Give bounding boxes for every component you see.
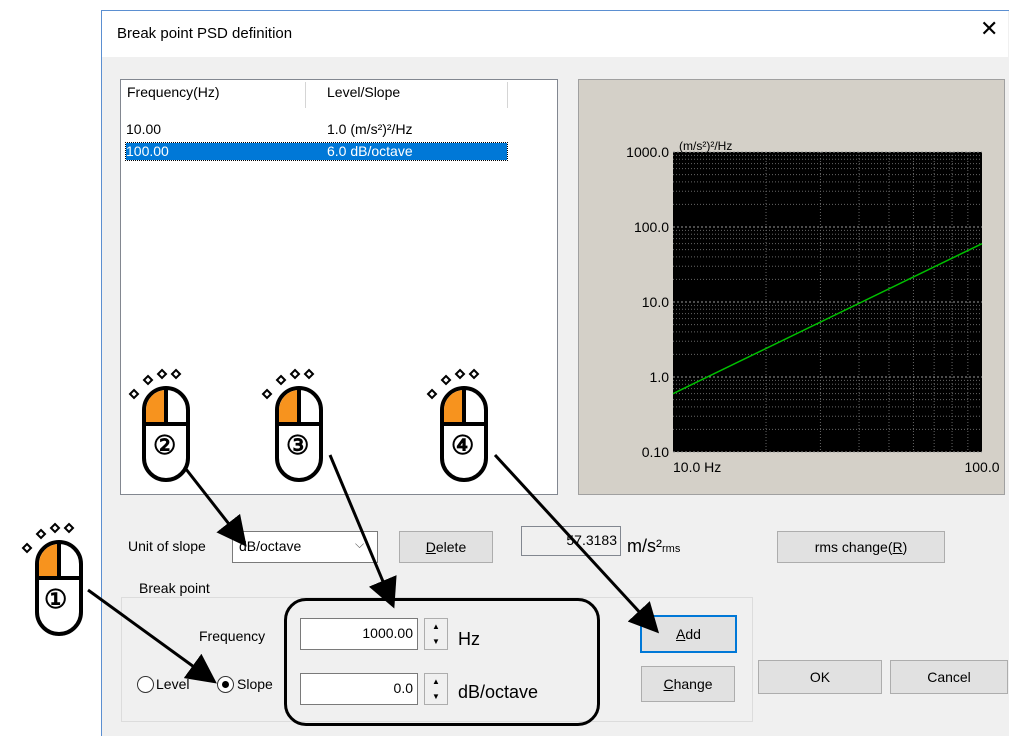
sparkle-icon (170, 368, 182, 380)
arrow-step-3 (328, 454, 397, 609)
step-number-1: ① (44, 584, 68, 614)
sparkle-icon (261, 388, 273, 400)
sparkle-icon (468, 368, 480, 380)
mouse-step-1 (21, 522, 83, 636)
sparkle-icon (142, 374, 154, 386)
sparkle-icon (454, 368, 466, 380)
sparkle-icon (128, 388, 140, 400)
step-number-2: ② (153, 430, 177, 460)
arrow-step-1 (87, 588, 217, 684)
sparkle-icon (426, 388, 438, 400)
sparkle-icon (35, 528, 47, 540)
mouse-icon: ② (122, 366, 202, 489)
sparkle-icon (275, 374, 287, 386)
sparkle-icon (49, 522, 61, 534)
mouse-icon: ④ (420, 366, 500, 489)
mouse-step-4 (426, 368, 488, 482)
mouse-icon: ① (15, 520, 95, 643)
step-number-3: ③ (286, 430, 310, 460)
sparkle-icon (289, 368, 301, 380)
sparkle-icon (440, 374, 452, 386)
arrow-step-4 (493, 453, 660, 634)
mouse-icon: ③ (255, 366, 335, 489)
sparkle-icon (303, 368, 315, 380)
step-number-4: ④ (451, 430, 475, 460)
mouse-step-2 (128, 368, 190, 482)
sparkle-icon (156, 368, 168, 380)
sparkle-icon (63, 522, 75, 534)
mouse-step-3 (261, 368, 323, 482)
sparkle-icon (21, 542, 33, 554)
